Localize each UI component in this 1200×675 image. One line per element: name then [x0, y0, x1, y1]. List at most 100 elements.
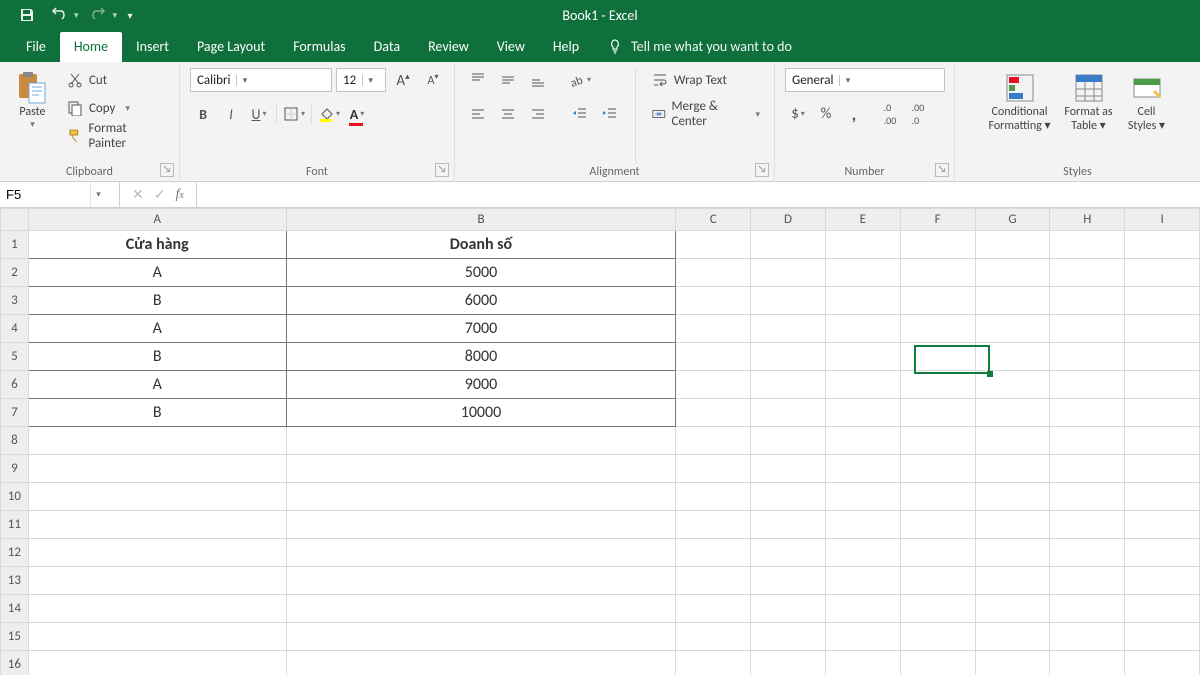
cell-B8[interactable] [286, 427, 676, 455]
cell-F14[interactable] [900, 595, 975, 623]
cell-D10[interactable] [751, 483, 826, 511]
cell-D13[interactable] [751, 567, 826, 595]
align-right-button[interactable] [525, 102, 551, 126]
italic-button[interactable]: I [218, 102, 244, 126]
name-box-input[interactable] [0, 187, 90, 202]
cell-C11[interactable] [676, 511, 751, 539]
cell-H13[interactable] [1050, 567, 1125, 595]
cell-A16[interactable] [28, 651, 286, 675]
cell-I1[interactable] [1125, 231, 1200, 259]
cell-C13[interactable] [676, 567, 751, 595]
cell-B5[interactable]: 8000 [286, 343, 676, 371]
redo-button[interactable] [85, 2, 111, 28]
name-box-dropdown[interactable]: ▾ [90, 182, 106, 207]
cell-E7[interactable] [825, 399, 900, 427]
redo-dropdown-icon[interactable]: ▾ [113, 10, 118, 21]
cell-G9[interactable] [975, 455, 1050, 483]
align-left-button[interactable] [465, 102, 491, 126]
cell-D8[interactable] [751, 427, 826, 455]
cut-button[interactable]: Cut [63, 68, 169, 92]
cell-A13[interactable] [28, 567, 286, 595]
cell-A4[interactable]: A [28, 315, 286, 343]
cell-I14[interactable] [1125, 595, 1200, 623]
insert-function-button[interactable]: fx [175, 187, 183, 203]
align-top-button[interactable] [465, 68, 491, 92]
cell-C5[interactable] [676, 343, 751, 371]
font-color-button[interactable]: A▾ [344, 102, 370, 126]
cell-E5[interactable] [825, 343, 900, 371]
cell-D16[interactable] [751, 651, 826, 675]
cell-G10[interactable] [975, 483, 1050, 511]
cell-G14[interactable] [975, 595, 1050, 623]
enter-formula-button[interactable]: ✓ [154, 186, 166, 203]
row-header-6[interactable]: 6 [1, 371, 29, 399]
number-dialog-launcher[interactable]: ↘ [935, 163, 949, 177]
cell-E9[interactable] [825, 455, 900, 483]
row-header-5[interactable]: 5 [1, 343, 29, 371]
cell-C1[interactable] [676, 231, 751, 259]
column-header-C[interactable]: C [676, 209, 751, 231]
cell-D6[interactable] [751, 371, 826, 399]
font-size-dropdown[interactable]: 12▾ [336, 68, 386, 92]
row-header-13[interactable]: 13 [1, 567, 29, 595]
column-header-I[interactable]: I [1125, 209, 1200, 231]
merge-center-button[interactable]: Merge & Center▾ [648, 102, 764, 126]
undo-button[interactable] [46, 2, 72, 28]
cell-F1[interactable] [900, 231, 975, 259]
cell-B15[interactable] [286, 623, 676, 651]
cell-B1[interactable]: Doanh số [286, 231, 676, 259]
cell-F10[interactable] [900, 483, 975, 511]
cell-D11[interactable] [751, 511, 826, 539]
cell-C4[interactable] [676, 315, 751, 343]
cell-D7[interactable] [751, 399, 826, 427]
cell-H2[interactable] [1050, 259, 1125, 287]
cell-G16[interactable] [975, 651, 1050, 675]
cell-C6[interactable] [676, 371, 751, 399]
cell-F16[interactable] [900, 651, 975, 675]
row-header-4[interactable]: 4 [1, 315, 29, 343]
cell-A9[interactable] [28, 455, 286, 483]
cell-I2[interactable] [1125, 259, 1200, 287]
conditional-formatting-button[interactable]: Conditional Formatting ▾ [985, 68, 1055, 134]
cell-B16[interactable] [286, 651, 676, 675]
cell-I11[interactable] [1125, 511, 1200, 539]
cell-I5[interactable] [1125, 343, 1200, 371]
cell-I10[interactable] [1125, 483, 1200, 511]
cell-F12[interactable] [900, 539, 975, 567]
select-all-corner[interactable] [1, 209, 29, 231]
cell-C15[interactable] [676, 623, 751, 651]
cell-I3[interactable] [1125, 287, 1200, 315]
cell-E13[interactable] [825, 567, 900, 595]
cell-H3[interactable] [1050, 287, 1125, 315]
borders-button[interactable]: ▾ [281, 102, 307, 126]
cell-A10[interactable] [28, 483, 286, 511]
cell-H7[interactable] [1050, 399, 1125, 427]
cell-A15[interactable] [28, 623, 286, 651]
cell-F9[interactable] [900, 455, 975, 483]
undo-dropdown-icon[interactable]: ▾ [74, 10, 79, 21]
cell-B6[interactable]: 9000 [286, 371, 676, 399]
cell-I15[interactable] [1125, 623, 1200, 651]
cell-C12[interactable] [676, 539, 751, 567]
cell-B3[interactable]: 6000 [286, 287, 676, 315]
increase-indent-button[interactable] [597, 102, 623, 126]
decrease-font-button[interactable]: A▾ [420, 68, 446, 92]
formula-input[interactable] [197, 182, 1200, 207]
cell-E4[interactable] [825, 315, 900, 343]
paste-button[interactable]: Paste ▾ [10, 68, 55, 130]
cell-F3[interactable] [900, 287, 975, 315]
cell-B12[interactable] [286, 539, 676, 567]
cell-C14[interactable] [676, 595, 751, 623]
cell-B9[interactable] [286, 455, 676, 483]
cell-H15[interactable] [1050, 623, 1125, 651]
cell-E15[interactable] [825, 623, 900, 651]
comma-format-button[interactable]: , [841, 102, 867, 126]
font-name-dropdown[interactable]: Calibri▾ [190, 68, 332, 92]
cell-C8[interactable] [676, 427, 751, 455]
column-header-D[interactable]: D [751, 209, 826, 231]
cell-C16[interactable] [676, 651, 751, 675]
cell-F15[interactable] [900, 623, 975, 651]
cell-E10[interactable] [825, 483, 900, 511]
increase-font-button[interactable]: A▴ [390, 68, 416, 92]
cell-H4[interactable] [1050, 315, 1125, 343]
